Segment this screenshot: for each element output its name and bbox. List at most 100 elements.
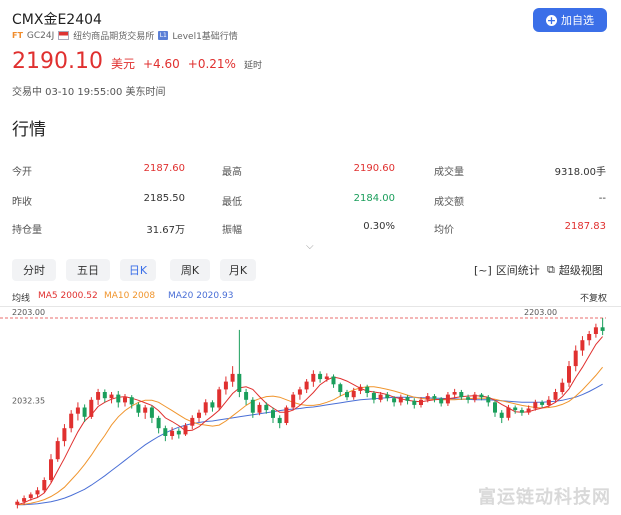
add-watchlist-label: 加自选 <box>561 14 594 27</box>
add-watchlist-button[interactable]: + 加自选 <box>533 8 607 32</box>
stat-label: 昨收 <box>12 197 32 208</box>
ma5-line <box>17 336 603 506</box>
candle-body <box>493 402 497 413</box>
candle-body <box>156 417 161 429</box>
instrument-subline: FT GC24J 纽约商品期货交易所 L1 Level1基础行情 <box>12 29 238 43</box>
candle-body <box>526 408 531 413</box>
candle-body <box>540 402 545 405</box>
candle-body <box>459 392 464 398</box>
candle-body <box>486 397 491 403</box>
candle-body <box>89 399 94 417</box>
candle-body <box>419 399 423 405</box>
tab-period[interactable]: 月K <box>220 259 256 281</box>
tab-period[interactable]: 分时 <box>12 259 56 281</box>
ft-badge: FT <box>12 31 23 40</box>
candle-body <box>149 407 154 418</box>
watermark: 富运链动科技网 <box>478 487 611 508</box>
stat-value: 9318.00手 <box>554 167 606 178</box>
candle-body <box>28 494 33 498</box>
stat-value: 2185.50 <box>143 193 185 204</box>
candle-body <box>123 397 127 403</box>
candle-body <box>513 407 518 411</box>
stat-label: 持仓量 <box>12 225 42 236</box>
candle-body <box>96 392 101 400</box>
y-axis-label: 2203.00 <box>12 308 45 317</box>
candle-body <box>170 430 175 436</box>
ma5-legend: MA5 2000.52 <box>38 291 98 301</box>
candle-body <box>533 402 538 409</box>
candle-body <box>217 389 222 408</box>
candle-body <box>506 407 511 418</box>
level-icon: L1 <box>158 31 169 40</box>
adjust-mode[interactable]: 不复权 <box>580 291 607 304</box>
y-axis-label: 2032.35 <box>12 396 45 405</box>
candle-body <box>62 428 67 442</box>
candle-body <box>385 394 390 399</box>
instrument-title: CMX金E2404 <box>12 12 102 28</box>
candle-body <box>311 373 316 382</box>
candle-body <box>82 407 87 417</box>
bracket-icon: [~] <box>474 263 492 277</box>
tab-period[interactable]: 五日 <box>66 259 110 281</box>
candle-body <box>318 373 323 380</box>
stat-label: 成交额 <box>434 197 464 208</box>
candle-body <box>35 490 40 495</box>
candle-body <box>587 334 592 341</box>
candle-body <box>345 392 349 398</box>
candle-body <box>163 428 168 436</box>
ma10-legend: MA10 2008 <box>104 291 156 301</box>
candle-body <box>546 399 551 405</box>
candle-body <box>109 394 114 399</box>
stat-label: 最低 <box>222 197 242 208</box>
indicator-name[interactable]: 均线 <box>12 291 30 304</box>
delay-badge: 延时 <box>243 61 262 71</box>
candle-body <box>324 376 329 380</box>
trading-status: 交易中 03-10 19:55:00 美东时间 <box>12 87 166 98</box>
candle-body <box>573 350 578 367</box>
expand-chevron-icon[interactable]: ⌵ <box>306 241 314 252</box>
candle-body <box>197 412 201 418</box>
candle-body <box>365 386 370 393</box>
candle-body <box>22 498 27 502</box>
candle-body <box>593 327 598 334</box>
candle-body <box>519 410 524 413</box>
price-change-pct: +0.21% <box>187 57 236 71</box>
price-change: +4.60 <box>143 57 180 71</box>
candle-body <box>405 397 410 401</box>
candle-body <box>143 407 148 413</box>
candle-body <box>136 404 141 413</box>
candle-body <box>304 381 309 390</box>
candle-body <box>210 402 215 408</box>
super-view-label: 超级视图 <box>558 264 603 277</box>
stat-label: 均价 <box>434 225 454 236</box>
interval-stats-tool[interactable]: [~] 区间统计 <box>474 262 540 278</box>
currency-label: 美元 <box>110 57 135 71</box>
stat-label: 今开 <box>12 167 32 178</box>
candle-body <box>466 397 471 400</box>
candle-body <box>297 389 302 395</box>
candle-body <box>223 381 228 390</box>
super-view-tool[interactable]: ⧉ 超级视图 <box>547 262 603 278</box>
candle-body <box>351 391 356 398</box>
candle-body <box>392 398 397 403</box>
price-row: 2190.10 美元 +4.60 +0.21% 延时 <box>12 49 262 74</box>
level-label: Level1基础行情 <box>172 32 238 42</box>
tab-period[interactable]: 日K <box>120 259 156 281</box>
stat-value: 31.67万 <box>146 225 185 236</box>
candle-body <box>257 404 262 413</box>
candle-body <box>560 382 565 392</box>
candle-body <box>183 425 188 435</box>
tab-period[interactable]: 周K <box>170 259 210 281</box>
candle-body <box>55 441 60 460</box>
candle-body <box>553 392 558 400</box>
stat-value: 2187.83 <box>564 221 606 232</box>
exchange-name: 纽约商品期货交易所 <box>73 32 155 42</box>
candle-body <box>378 394 383 400</box>
candle-body <box>432 396 437 399</box>
candle-body <box>116 394 121 403</box>
candle-body <box>398 397 403 403</box>
us-flag-icon <box>58 31 70 40</box>
candle-body <box>439 398 444 404</box>
candle-body <box>358 386 363 391</box>
candle-body <box>567 366 571 383</box>
